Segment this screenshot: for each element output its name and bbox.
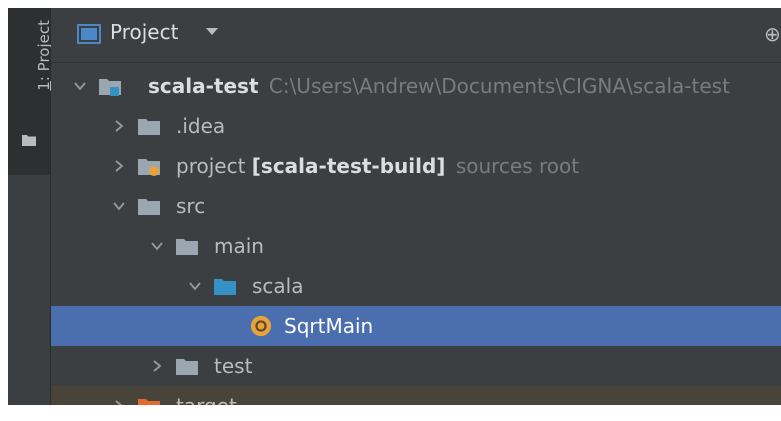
chevron-right-icon[interactable] <box>112 119 126 133</box>
caret-down-icon[interactable] <box>205 24 219 38</box>
module-tag: [scala-test-build] <box>251 154 446 178</box>
tree-row-scala-test[interactable]: scala-test C:\Users\Andrew\Documents\CIG… <box>51 66 781 106</box>
tree-row-label: test <box>214 354 253 378</box>
scala-object-icon <box>250 315 272 337</box>
tree-row-test[interactable]: test <box>51 346 781 386</box>
project-view-title[interactable]: Project <box>110 20 178 44</box>
folder-icon <box>138 199 160 215</box>
tree-row-project[interactable]: project [scala-test-build] sources root <box>51 146 781 186</box>
tree-row-idea[interactable]: .idea <box>51 106 781 146</box>
source-folder-icon <box>214 279 236 295</box>
tree-row-label: scala <box>252 274 304 298</box>
folder-icon <box>176 239 198 255</box>
folder-name: project <box>176 154 246 178</box>
tree-row-src[interactable]: src <box>51 186 781 226</box>
chevron-down-icon[interactable] <box>112 199 126 213</box>
tree-row-label: main <box>214 234 264 258</box>
ide-window: 1: Project Project ⊕ scala-test C:\Users… <box>8 8 781 421</box>
chevron-down-icon[interactable] <box>188 279 202 293</box>
project-panel-header: Project ⊕ <box>51 8 781 63</box>
tree-row-main[interactable]: main <box>51 226 781 266</box>
project-view-icon[interactable] <box>76 23 102 45</box>
sources-root-folder-icon <box>138 159 160 176</box>
module-folder-icon <box>99 79 121 96</box>
tree-row-label: project [scala-test-build] sources root <box>176 154 579 178</box>
chevron-right-icon[interactable] <box>150 359 164 373</box>
chevron-down-icon[interactable] <box>73 79 87 93</box>
tree-row-label: .idea <box>176 114 226 138</box>
project-panel: Project ⊕ scala-test C:\Users\Andrew\Doc… <box>51 8 781 421</box>
tree-row-scala[interactable]: scala <box>51 266 781 306</box>
folder-icon <box>138 119 160 135</box>
tree-row-label: scala-test C:\Users\Andrew\Documents\CIG… <box>148 74 730 98</box>
folder-icon <box>176 359 198 375</box>
chevron-down-icon[interactable] <box>150 239 164 253</box>
folder-icon <box>22 135 36 146</box>
target-icon[interactable]: ⊕ <box>764 22 781 46</box>
tree-row-label: src <box>176 194 206 218</box>
folder-hint: sources root <box>455 154 580 178</box>
chevron-right-icon[interactable] <box>112 159 126 173</box>
tree-row-sqrtmain[interactable]: SqrtMain <box>51 306 781 346</box>
module-path: C:\Users\Andrew\Documents\CIGNA\scala-te… <box>268 74 730 98</box>
left-tool-strip: 1: Project <box>8 8 53 413</box>
project-tool-tab[interactable]: 1: Project <box>8 8 53 175</box>
tree-row-label: SqrtMain <box>284 314 374 338</box>
bottom-edge <box>0 405 781 421</box>
module-name: scala-test <box>148 74 259 98</box>
